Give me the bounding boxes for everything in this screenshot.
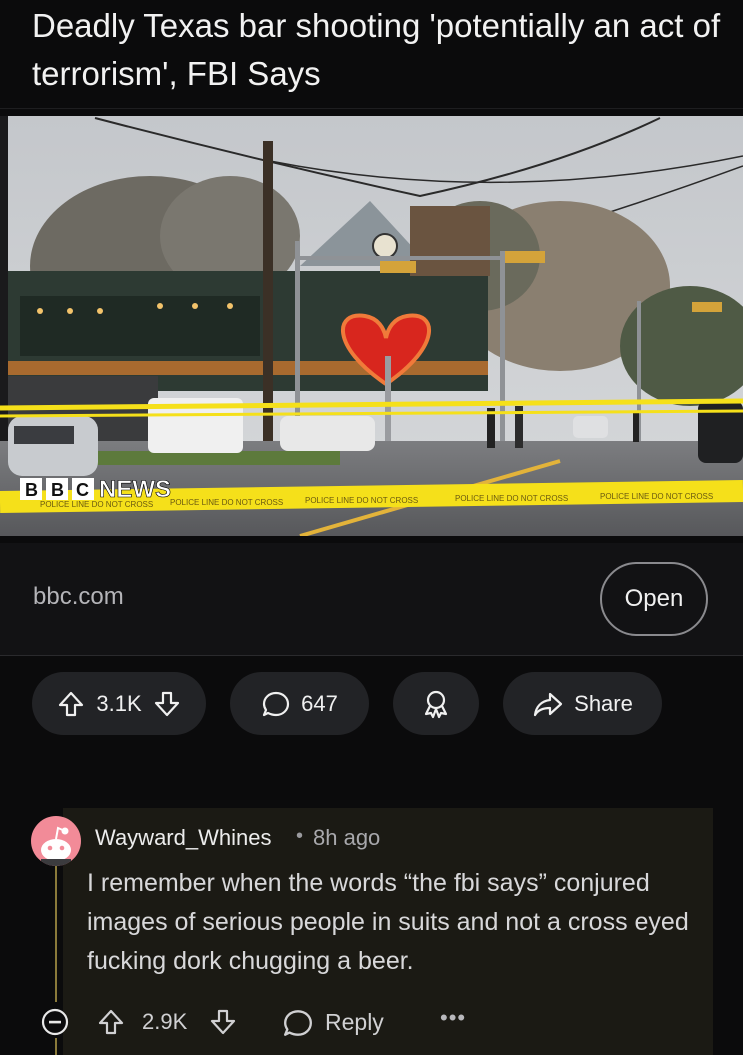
arrow-up-icon[interactable] — [56, 689, 86, 719]
comment-count: 647 — [301, 690, 338, 716]
comment-timestamp: 8h ago — [313, 825, 381, 850]
post-image[interactable]: POLICE LINE DO NOT CROSS POLICE LINE DO … — [0, 116, 743, 536]
svg-text:POLICE LINE DO NOT CROSS: POLICE LINE DO NOT CROSS — [455, 494, 568, 503]
open-link-button[interactable]: Open — [600, 562, 708, 636]
speech-bubble-icon — [261, 689, 291, 719]
award-button[interactable] — [393, 672, 479, 735]
svg-text:POLICE LINE DO NOT CROSS: POLICE LINE DO NOT CROSS — [305, 496, 418, 505]
comment-actions: 2.9K Reply ••• — [0, 1000, 743, 1046]
post-title[interactable]: Deadly Texas bar shooting 'potentially a… — [32, 2, 732, 98]
arrow-down-icon[interactable] — [152, 689, 182, 719]
arrow-down-icon[interactable] — [208, 1007, 238, 1042]
svg-text:NEWS: NEWS — [99, 476, 171, 503]
svg-text:B: B — [25, 480, 38, 500]
vote-control: 3.1K — [32, 672, 206, 735]
share-label: Share — [574, 690, 633, 716]
post-detail-screen: Deadly Texas bar shooting 'potentially a… — [0, 0, 743, 1055]
svg-text:B: B — [51, 480, 64, 500]
news-photo: POLICE LINE DO NOT CROSS POLICE LINE DO … — [0, 116, 743, 536]
comment-author[interactable]: Wayward_Whines — [95, 825, 271, 851]
comment-body: I remember when the words “the fbi says”… — [87, 869, 689, 975]
divider — [0, 108, 743, 109]
minus-circle-icon[interactable] — [40, 1007, 70, 1037]
divider — [0, 655, 743, 656]
svg-text:C: C — [76, 480, 89, 500]
speech-bubble-icon[interactable] — [282, 1007, 314, 1044]
share-button[interactable]: Share — [503, 672, 662, 735]
avatar[interactable] — [31, 816, 81, 866]
svg-text:POLICE LINE DO NOT CROSS: POLICE LINE DO NOT CROSS — [170, 498, 283, 507]
comment-score: 2.9K — [142, 1009, 188, 1034]
ellipsis-icon[interactable]: ••• — [440, 1005, 466, 1031]
award-ribbon-icon — [420, 688, 452, 720]
link-domain[interactable]: bbc.com — [33, 583, 124, 611]
post-score: 3.1K — [96, 690, 142, 716]
separator-dot: • — [296, 825, 304, 847]
comments-button[interactable]: 647 — [230, 672, 369, 735]
reply-button[interactable]: Reply — [325, 1009, 384, 1036]
arrow-up-icon[interactable] — [96, 1007, 126, 1042]
svg-text:POLICE LINE DO NOT CROSS: POLICE LINE DO NOT CROSS — [600, 492, 713, 501]
thread-line[interactable] — [55, 862, 57, 1002]
link-preview-bar[interactable]: bbc.com Open — [0, 543, 743, 655]
share-arrow-icon — [532, 689, 564, 719]
